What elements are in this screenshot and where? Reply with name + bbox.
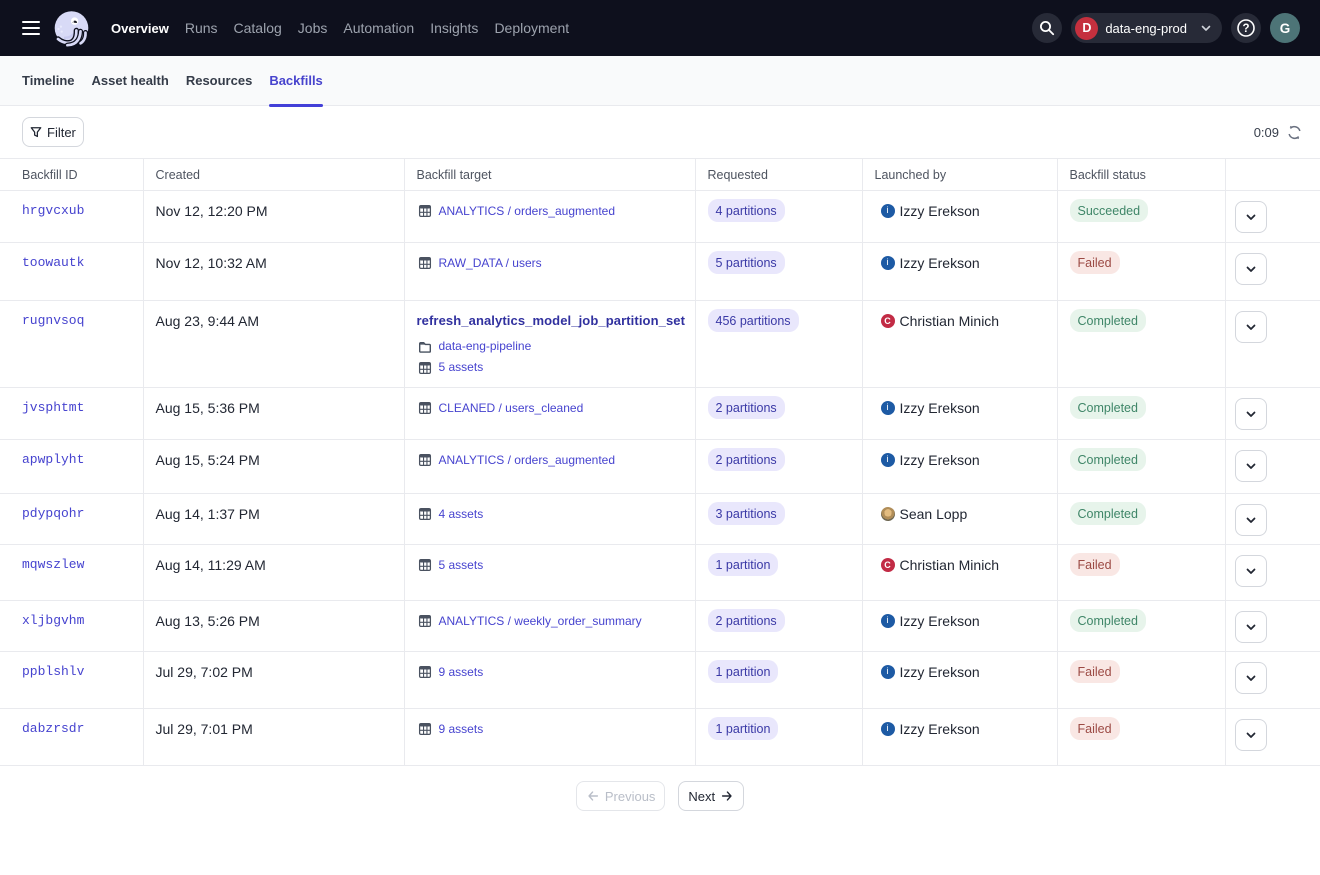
svg-text:?: ?	[1242, 23, 1249, 35]
